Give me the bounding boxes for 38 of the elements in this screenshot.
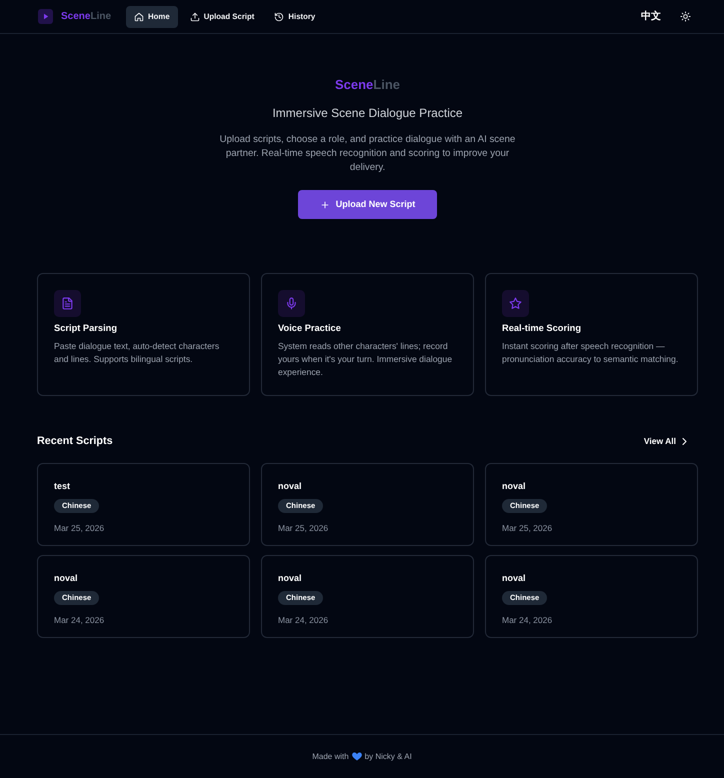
microphone-icon (278, 290, 305, 317)
language-toggle[interactable]: 中文 (641, 10, 661, 24)
footer-text: Made with (312, 750, 349, 762)
script-date: Mar 24, 2026 (502, 614, 554, 626)
script-title: noval (278, 572, 303, 584)
plus-icon (320, 200, 330, 210)
feature-title: Voice Practice (278, 322, 342, 334)
script-title: noval (54, 572, 79, 584)
script-date: Mar 25, 2026 (54, 522, 106, 534)
heart-icon (352, 752, 362, 761)
hero-logo-text: SceneLine (334, 77, 400, 92)
document-icon (54, 290, 81, 317)
feature-title: Script Parsing (54, 322, 118, 334)
script-date: Mar 25, 2026 (278, 522, 330, 534)
chevron-right-icon (681, 438, 688, 444)
view-all-link[interactable]: View All (644, 434, 688, 448)
logo-icon (38, 9, 53, 24)
script-title: test (54, 480, 72, 492)
script-title: noval (278, 480, 303, 492)
feature-description: System reads other characters' lines; record yours when it's your turn. Immersive dialogue experience. (278, 340, 454, 379)
home-icon (134, 12, 144, 22)
feature-title: Real-time Scoring (502, 322, 582, 334)
hero-description: Upload scripts, choose a role, and practice dialogue with an AI scene partner. Real-time speech recognition and scoring to improve your delivery. (218, 133, 516, 175)
hero-title: Immersive Scene Dialogue Practice (271, 105, 464, 121)
logo-text: SceneLine (61, 10, 112, 24)
script-title: noval (502, 572, 527, 584)
script-title: noval (502, 480, 527, 492)
upload-icon (190, 12, 200, 22)
script-date: Mar 25, 2026 (502, 522, 554, 534)
feature-description: Instant scoring after speech recognition — pronunciation accuracy to semantic matching. (502, 340, 680, 366)
section-title: Recent Scripts (37, 434, 113, 448)
script-date: Mar 24, 2026 (54, 614, 106, 626)
script-date: Mar 24, 2026 (278, 614, 330, 626)
footer-text: by Nicky & AI (364, 750, 412, 762)
upload-new-script-button[interactable]: Upload New Script (298, 190, 437, 219)
feature-description: Paste dialogue text, auto-detect characters and lines. Supports bilingual scripts. (54, 340, 220, 366)
history-icon (274, 12, 284, 22)
sun-icon[interactable] (680, 11, 691, 22)
